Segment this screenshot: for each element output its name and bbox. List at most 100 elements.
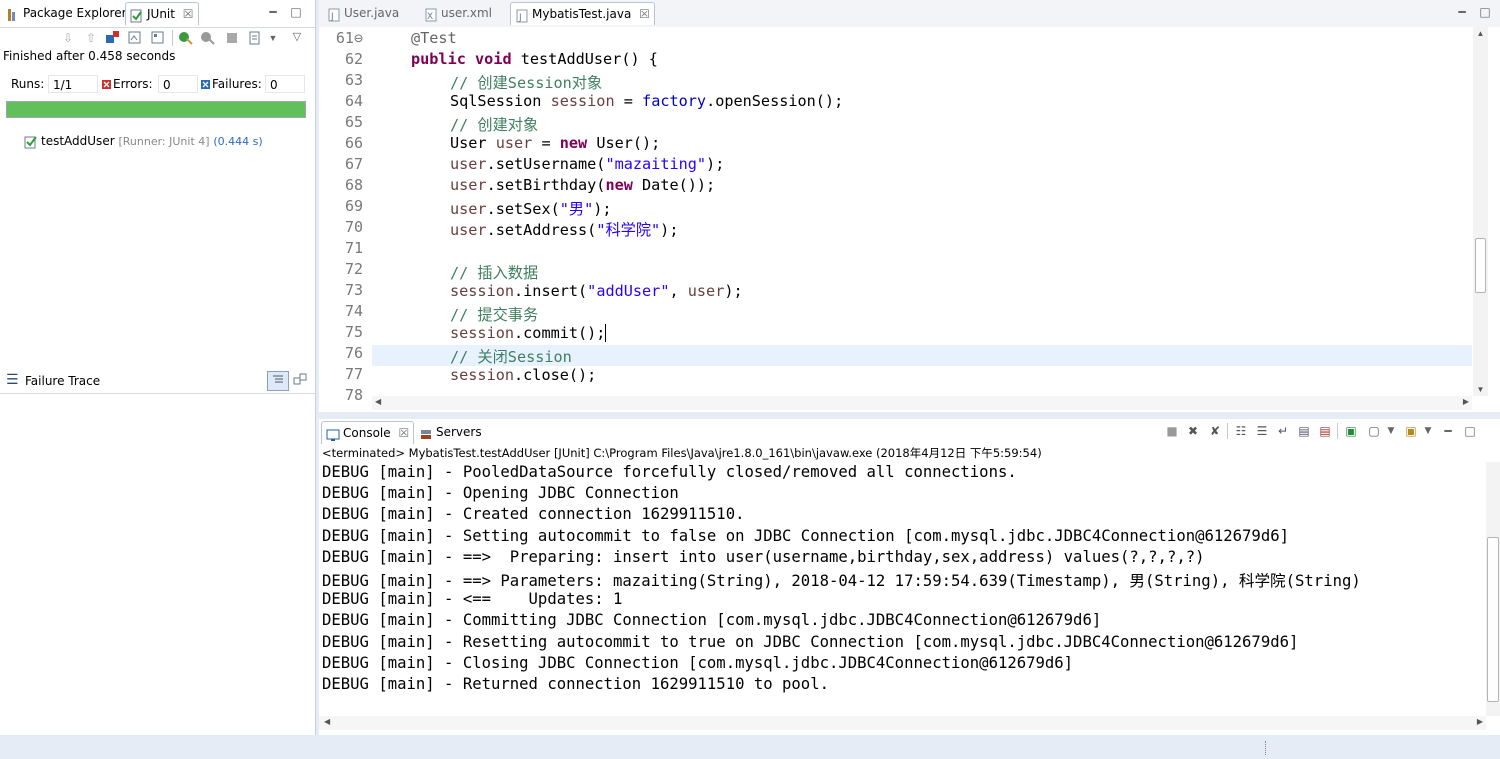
svg-text:J: J <box>518 13 522 23</box>
show-failures-only-icon[interactable] <box>104 30 120 46</box>
tab-mybatistest-java[interactable]: J MybatisTest.java ☒ <box>510 2 655 25</box>
junit-counters: Runs: 1/1 Errors: 0 Failures: 0 <box>0 75 315 95</box>
line-number: 73 <box>344 281 363 299</box>
word-wrap-icon[interactable]: ↵ <box>1275 423 1291 439</box>
scroll-down-icon[interactable]: ▼ <box>1473 385 1488 394</box>
test-result-row[interactable]: testAddUser [Runner: JUnit 4] (0.444 s) <box>24 134 263 149</box>
maximize-icon[interactable]: □ <box>288 4 304 20</box>
view-menu-icon[interactable]: ▽ <box>289 29 305 45</box>
tab-user-xml[interactable]: X user.xml <box>420 2 496 24</box>
failures-label-text: Failures: <box>212 77 262 91</box>
filter-stack-icon[interactable] <box>267 371 289 391</box>
close-icon[interactable]: ☒ <box>183 7 194 21</box>
console-vertical-scrollbar[interactable] <box>1486 462 1500 716</box>
errors-value: 0 <box>158 75 198 93</box>
show-stderr-icon[interactable]: ▤ <box>1317 423 1333 439</box>
code-line: // 插入数据 <box>450 264 539 282</box>
status-bar <box>0 735 1500 759</box>
console-horizontal-scrollbar[interactable]: ◀ ▶ <box>319 716 1486 730</box>
code-line: // 创建对象 <box>450 116 539 134</box>
line-number: 78 <box>344 386 363 404</box>
tab-servers[interactable]: Servers <box>415 421 486 443</box>
runs-value: 1/1 <box>48 75 98 93</box>
open-console-dropdown-icon[interactable]: ▼ <box>1420 423 1436 439</box>
editor-horizontal-scrollbar[interactable]: ◀ ▶ <box>372 396 1472 410</box>
failure-trace-header: ☰ Failure Trace <box>0 369 315 394</box>
display-console-dropdown-icon[interactable]: ▼ <box>1383 423 1399 439</box>
scroll-lock-icon[interactable] <box>127 30 143 46</box>
close-icon[interactable]: ☒ <box>398 426 409 440</box>
xml-file-icon: X <box>424 7 438 22</box>
minimize-icon[interactable]: ━ <box>1454 4 1470 20</box>
scroll-right-icon[interactable]: ▶ <box>1463 397 1469 406</box>
pin-console-icon[interactable]: ▣ <box>1343 423 1359 439</box>
test-run-history-icon[interactable] <box>247 30 263 46</box>
tab-package-explorer[interactable]: Package Explorer <box>2 2 131 24</box>
line-number: 66 <box>344 134 363 152</box>
scroll-up-icon[interactable]: ▲ <box>1473 29 1488 38</box>
code-line: // 提交事务 <box>450 306 539 324</box>
tab-user-java[interactable]: J User.java <box>323 2 403 24</box>
code-line: session.commit(); <box>450 324 607 342</box>
code-line: SqlSession session = factory.openSession… <box>450 92 844 110</box>
rerun-failures-first-icon[interactable] <box>200 30 216 46</box>
console-line: DEBUG [main] - ==> Preparing: insert int… <box>322 547 1205 566</box>
error-icon <box>102 80 111 89</box>
java-file-icon: J <box>515 8 529 23</box>
maximize-icon[interactable]: □ <box>1477 4 1493 20</box>
history-dropdown-icon[interactable]: ▼ <box>265 30 281 46</box>
java-file-icon: J <box>327 7 341 22</box>
show-stdout-icon[interactable]: ▤ <box>1296 423 1312 439</box>
remove-launch-icon[interactable]: ✖ <box>1185 423 1201 439</box>
scroll-lock-icon[interactable]: ☰ <box>1254 423 1270 439</box>
failure-trace-label: Failure Trace <box>25 374 101 388</box>
minimize-icon[interactable]: ━ <box>265 4 281 20</box>
line-number: 63 <box>344 71 363 89</box>
tab-label: Console <box>343 426 391 440</box>
test-passed-icon <box>24 135 38 149</box>
scroll-right-icon[interactable]: ▶ <box>1477 717 1483 726</box>
progress-fill <box>7 102 305 117</box>
line-number: 67 <box>344 155 363 173</box>
line-number: 68 <box>344 176 363 194</box>
open-console-icon[interactable]: ▣ <box>1403 423 1419 439</box>
status-bar-separator <box>1265 741 1267 755</box>
tab-console[interactable]: Console ☒ <box>321 421 415 444</box>
close-icon[interactable]: ☒ <box>639 7 650 21</box>
console-line: DEBUG [main] - Created connection 162991… <box>322 505 745 524</box>
errors-label-text: Errors: <box>113 77 153 91</box>
servers-icon <box>419 426 433 440</box>
editor-vertical-scrollbar[interactable]: ▲ ▼ <box>1473 27 1488 396</box>
terminate-icon[interactable]: ■ <box>1164 423 1180 439</box>
previous-failure-icon[interactable]: ⇧ <box>83 30 99 46</box>
junit-icon <box>130 8 144 22</box>
console-line: DEBUG [main] - PooledDataSource forceful… <box>322 463 1017 481</box>
next-failure-icon[interactable]: ⇩ <box>60 30 76 46</box>
display-console-icon[interactable]: ▢ <box>1366 423 1382 439</box>
tab-junit[interactable]: JUnit ☒ <box>125 2 199 25</box>
compare-result-icon[interactable] <box>292 372 308 388</box>
scroll-thumb[interactable] <box>1487 537 1499 702</box>
console-line: DEBUG [main] - ==> Parameters: mazaiting… <box>322 572 1361 590</box>
minimize-icon[interactable]: ━ <box>1440 423 1456 439</box>
code-line: user.setAddress("科学院"); <box>450 221 679 239</box>
scroll-left-icon[interactable]: ◀ <box>375 397 381 406</box>
line-number: 77 <box>344 365 363 383</box>
tab-label: Servers <box>436 425 482 439</box>
code-line: // 创建Session对象 <box>450 74 603 92</box>
junit-status-text: Finished after 0.458 seconds <box>3 49 176 63</box>
line-number: 70 <box>344 218 363 236</box>
test-name: testAddUser <box>41 134 115 148</box>
console-process-description: <terminated> MybatisTest.testAddUser [JU… <box>322 446 1042 460</box>
console-line: DEBUG [main] - Resetting autocommit to t… <box>322 632 1299 651</box>
scroll-left-icon[interactable]: ◀ <box>324 717 330 726</box>
clear-console-icon[interactable]: ☷ <box>1233 423 1249 439</box>
layout-icon[interactable] <box>150 30 166 46</box>
maximize-icon[interactable]: □ <box>1462 423 1478 439</box>
scroll-thumb[interactable] <box>1475 238 1486 293</box>
stop-icon[interactable] <box>224 30 240 46</box>
remove-all-terminated-icon[interactable]: ✘ <box>1207 423 1223 439</box>
console-line: DEBUG [main] - Committing JDBC Connectio… <box>322 611 1102 630</box>
rerun-test-icon[interactable] <box>178 30 194 46</box>
code-line: @Test <box>411 29 457 47</box>
